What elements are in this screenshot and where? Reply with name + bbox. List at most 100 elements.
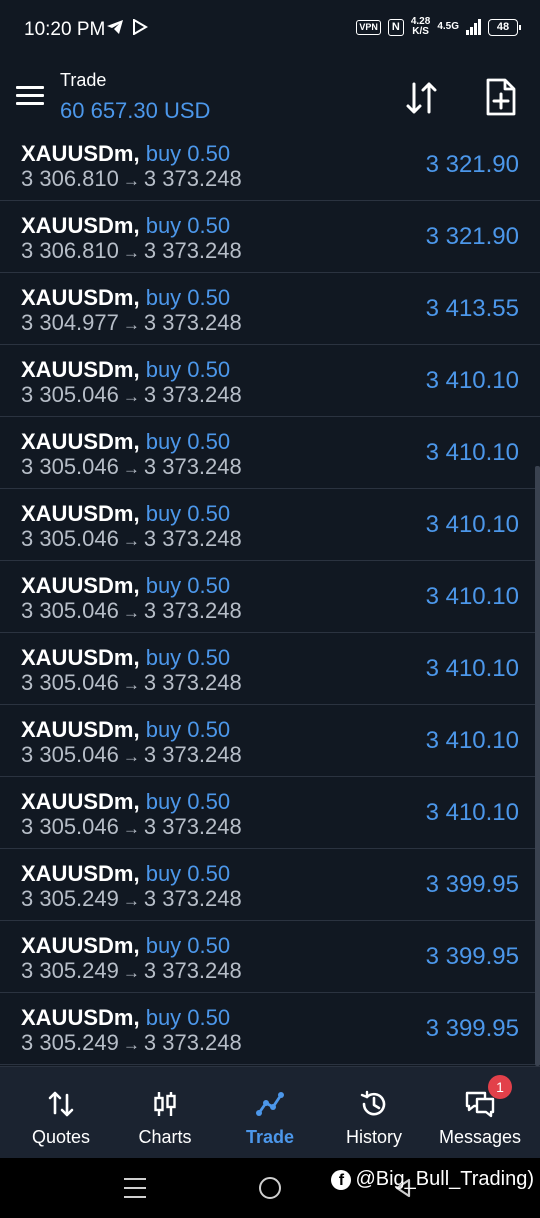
trade-prices: 3 304.977 → 3 373.248	[21, 310, 242, 338]
status-right-icons: VPN N 4.28 K/S 4.5G 48	[356, 16, 521, 37]
scrollbar[interactable]	[535, 466, 540, 1066]
trade-side-volume: buy 0.50	[145, 357, 231, 382]
trade-row[interactable]: XAUUSDm, buy 0.50 3 306.810 → 3 373.248 3 32…	[0, 201, 540, 273]
trade-prices: 3 306.810 → 3 373.248	[21, 238, 242, 266]
menu-icon[interactable]	[16, 86, 44, 106]
account-balance: 60 657.30 USD	[60, 98, 211, 123]
trade-symbol: XAUUSDm,	[21, 933, 140, 958]
trade-profit: 3 321.90	[425, 151, 519, 178]
vpn-icon: VPN	[356, 19, 381, 35]
trade-symbol: XAUUSDm,	[21, 141, 140, 166]
nav-label-history: History	[345, 1127, 402, 1147]
open-price: 3 305.046	[21, 382, 119, 407]
trade-row[interactable]: XAUUSDm, buy 0.50 3 305.046 → 3 373.248 3 41…	[0, 345, 540, 417]
arrow-right-icon: →	[122, 171, 140, 190]
watermark: f @Big_Bull_Trading)	[331, 1168, 534, 1191]
arrow-right-icon: →	[122, 963, 140, 982]
arrow-right-icon: →	[122, 675, 140, 694]
status-left-icons	[106, 19, 148, 35]
trade-row[interactable]: XAUUSDm, buy 0.50 3 305.249 → 3 373.248 3 39…	[0, 849, 540, 921]
arrow-right-icon: →	[122, 315, 140, 334]
trade-side-volume: buy 0.50	[145, 429, 231, 454]
history-icon	[360, 1090, 386, 1116]
nav-history[interactable]: History	[326, 1067, 422, 1159]
current-price: 3 373.248	[143, 958, 242, 983]
recent-apps-icon[interactable]	[124, 1178, 146, 1198]
trade-symbol: XAUUSDm,	[21, 357, 140, 382]
trade-profit: 3 410.10	[425, 367, 519, 394]
charts-icon	[154, 1092, 176, 1116]
trade-row[interactable]: XAUUSDm, buy 0.50 3 305.046 → 3 373.248 3 41…	[0, 633, 540, 705]
trade-title: XAUUSDm, buy 0.50	[21, 1005, 230, 1031]
trade-row[interactable]: XAUUSDm, buy 0.50 3 305.046 → 3 373.248 3 41…	[0, 777, 540, 849]
trade-symbol: XAUUSDm,	[21, 573, 140, 598]
trade-row[interactable]: XAUUSDm, buy 0.50 3 305.046 → 3 373.248 3 41…	[0, 561, 540, 633]
trade-title: XAUUSDm, buy 0.50	[21, 933, 230, 959]
trade-row[interactable]: XAUUSDm, buy 0.50 3 305.249 → 3 373.248 3 39…	[0, 993, 540, 1065]
trade-title: XAUUSDm, buy 0.50	[21, 573, 230, 599]
current-price: 3 373.248	[143, 742, 242, 767]
trade-row[interactable]: XAUUSDm, buy 0.50 3 305.249 → 3 373.248 3 39…	[0, 921, 540, 993]
trade-prices: 3 305.249 → 3 373.248	[21, 1030, 242, 1058]
nav-charts[interactable]: Charts	[118, 1067, 212, 1159]
trade-title: XAUUSDm, buy 0.50	[21, 789, 230, 815]
trade-profit: 3 410.10	[425, 799, 519, 826]
trade-side-volume: buy 0.50	[145, 717, 231, 742]
net-speed: 4.28 K/S	[410, 16, 431, 37]
app-header: Trade 60 657.30 USD	[0, 58, 540, 136]
trade-prices: 3 305.249 → 3 373.248	[21, 886, 242, 914]
trade-prices: 3 305.046 → 3 373.248	[21, 454, 242, 482]
trade-side-volume: buy 0.50	[145, 573, 231, 598]
new-order-icon[interactable]	[484, 78, 518, 116]
trade-prices: 3 305.046 → 3 373.248	[21, 382, 242, 410]
trade-prices: 3 305.046 → 3 373.248	[21, 670, 242, 698]
play-store-icon	[133, 19, 148, 35]
trade-row[interactable]: XAUUSDm, buy 0.50 3 306.810 → 3 373.248 3 32…	[0, 136, 540, 201]
network-type: 4.5G	[437, 21, 459, 32]
trade-title: XAUUSDm, buy 0.50	[21, 141, 230, 167]
trade-prices: 3 305.046 → 3 373.248	[21, 598, 242, 626]
trade-row[interactable]: XAUUSDm, buy 0.50 3 305.046 → 3 373.248 3 41…	[0, 417, 540, 489]
current-price: 3 373.248	[143, 670, 242, 695]
trade-list: XAUUSDm, buy 0.50 3 306.810 → 3 373.248 3 32…	[0, 136, 540, 1065]
bottom-nav: Quotes Charts Trade History Messages 1	[0, 1066, 540, 1158]
trade-symbol: XAUUSDm,	[21, 717, 140, 742]
trade-side-volume: buy 0.50	[145, 1005, 231, 1030]
open-price: 3 305.046	[21, 454, 119, 479]
trade-side-volume: buy 0.50	[145, 789, 231, 814]
open-price: 3 305.249	[21, 958, 119, 983]
status-bar: 10:20 PM VPN N 4.28 K/S 4.5G 48	[0, 0, 540, 58]
nav-trade[interactable]: Trade	[222, 1067, 318, 1159]
trade-side-volume: buy 0.50	[145, 501, 231, 526]
home-icon[interactable]	[259, 1177, 281, 1199]
trade-title: XAUUSDm, buy 0.50	[21, 501, 230, 527]
current-price: 3 373.248	[143, 238, 242, 263]
trade-profit: 3 399.95	[425, 943, 519, 970]
current-price: 3 373.248	[143, 814, 242, 839]
trade-row[interactable]: XAUUSDm, buy 0.50 3 304.977 → 3 373.248 3 41…	[0, 273, 540, 345]
nav-quotes[interactable]: Quotes	[14, 1067, 108, 1159]
sort-icon[interactable]	[404, 80, 440, 116]
nav-messages[interactable]: Messages 1	[430, 1067, 530, 1159]
nav-label-charts: Charts	[138, 1127, 192, 1147]
trade-profit: 3 399.95	[425, 871, 519, 898]
trade-row[interactable]: XAUUSDm, buy 0.50 3 305.046 → 3 373.248 3 41…	[0, 489, 540, 561]
arrow-right-icon: →	[122, 1035, 140, 1054]
trade-icon	[256, 1092, 284, 1116]
trade-row[interactable]: XAUUSDm, buy 0.50 3 305.046 → 3 373.248 3 41…	[0, 705, 540, 777]
trade-symbol: XAUUSDm,	[21, 429, 140, 454]
watermark-text: @Big_Bull_Trading)	[355, 1168, 534, 1190]
trade-profit: 3 410.10	[425, 511, 519, 538]
trade-symbol: XAUUSDm,	[21, 1005, 140, 1030]
trade-profit: 3 410.10	[425, 439, 519, 466]
trade-side-volume: buy 0.50	[145, 213, 231, 238]
trade-title: XAUUSDm, buy 0.50	[21, 717, 230, 743]
trade-side-volume: buy 0.50	[145, 141, 231, 166]
status-time: 10:20 PM	[24, 19, 106, 40]
trade-title: XAUUSDm, buy 0.50	[21, 861, 230, 887]
trade-side-volume: buy 0.50	[145, 285, 231, 310]
trade-profit: 3 413.55	[425, 295, 519, 322]
trade-prices: 3 305.249 → 3 373.248	[21, 958, 242, 986]
current-price: 3 373.248	[143, 526, 242, 551]
trade-side-volume: buy 0.50	[145, 933, 231, 958]
